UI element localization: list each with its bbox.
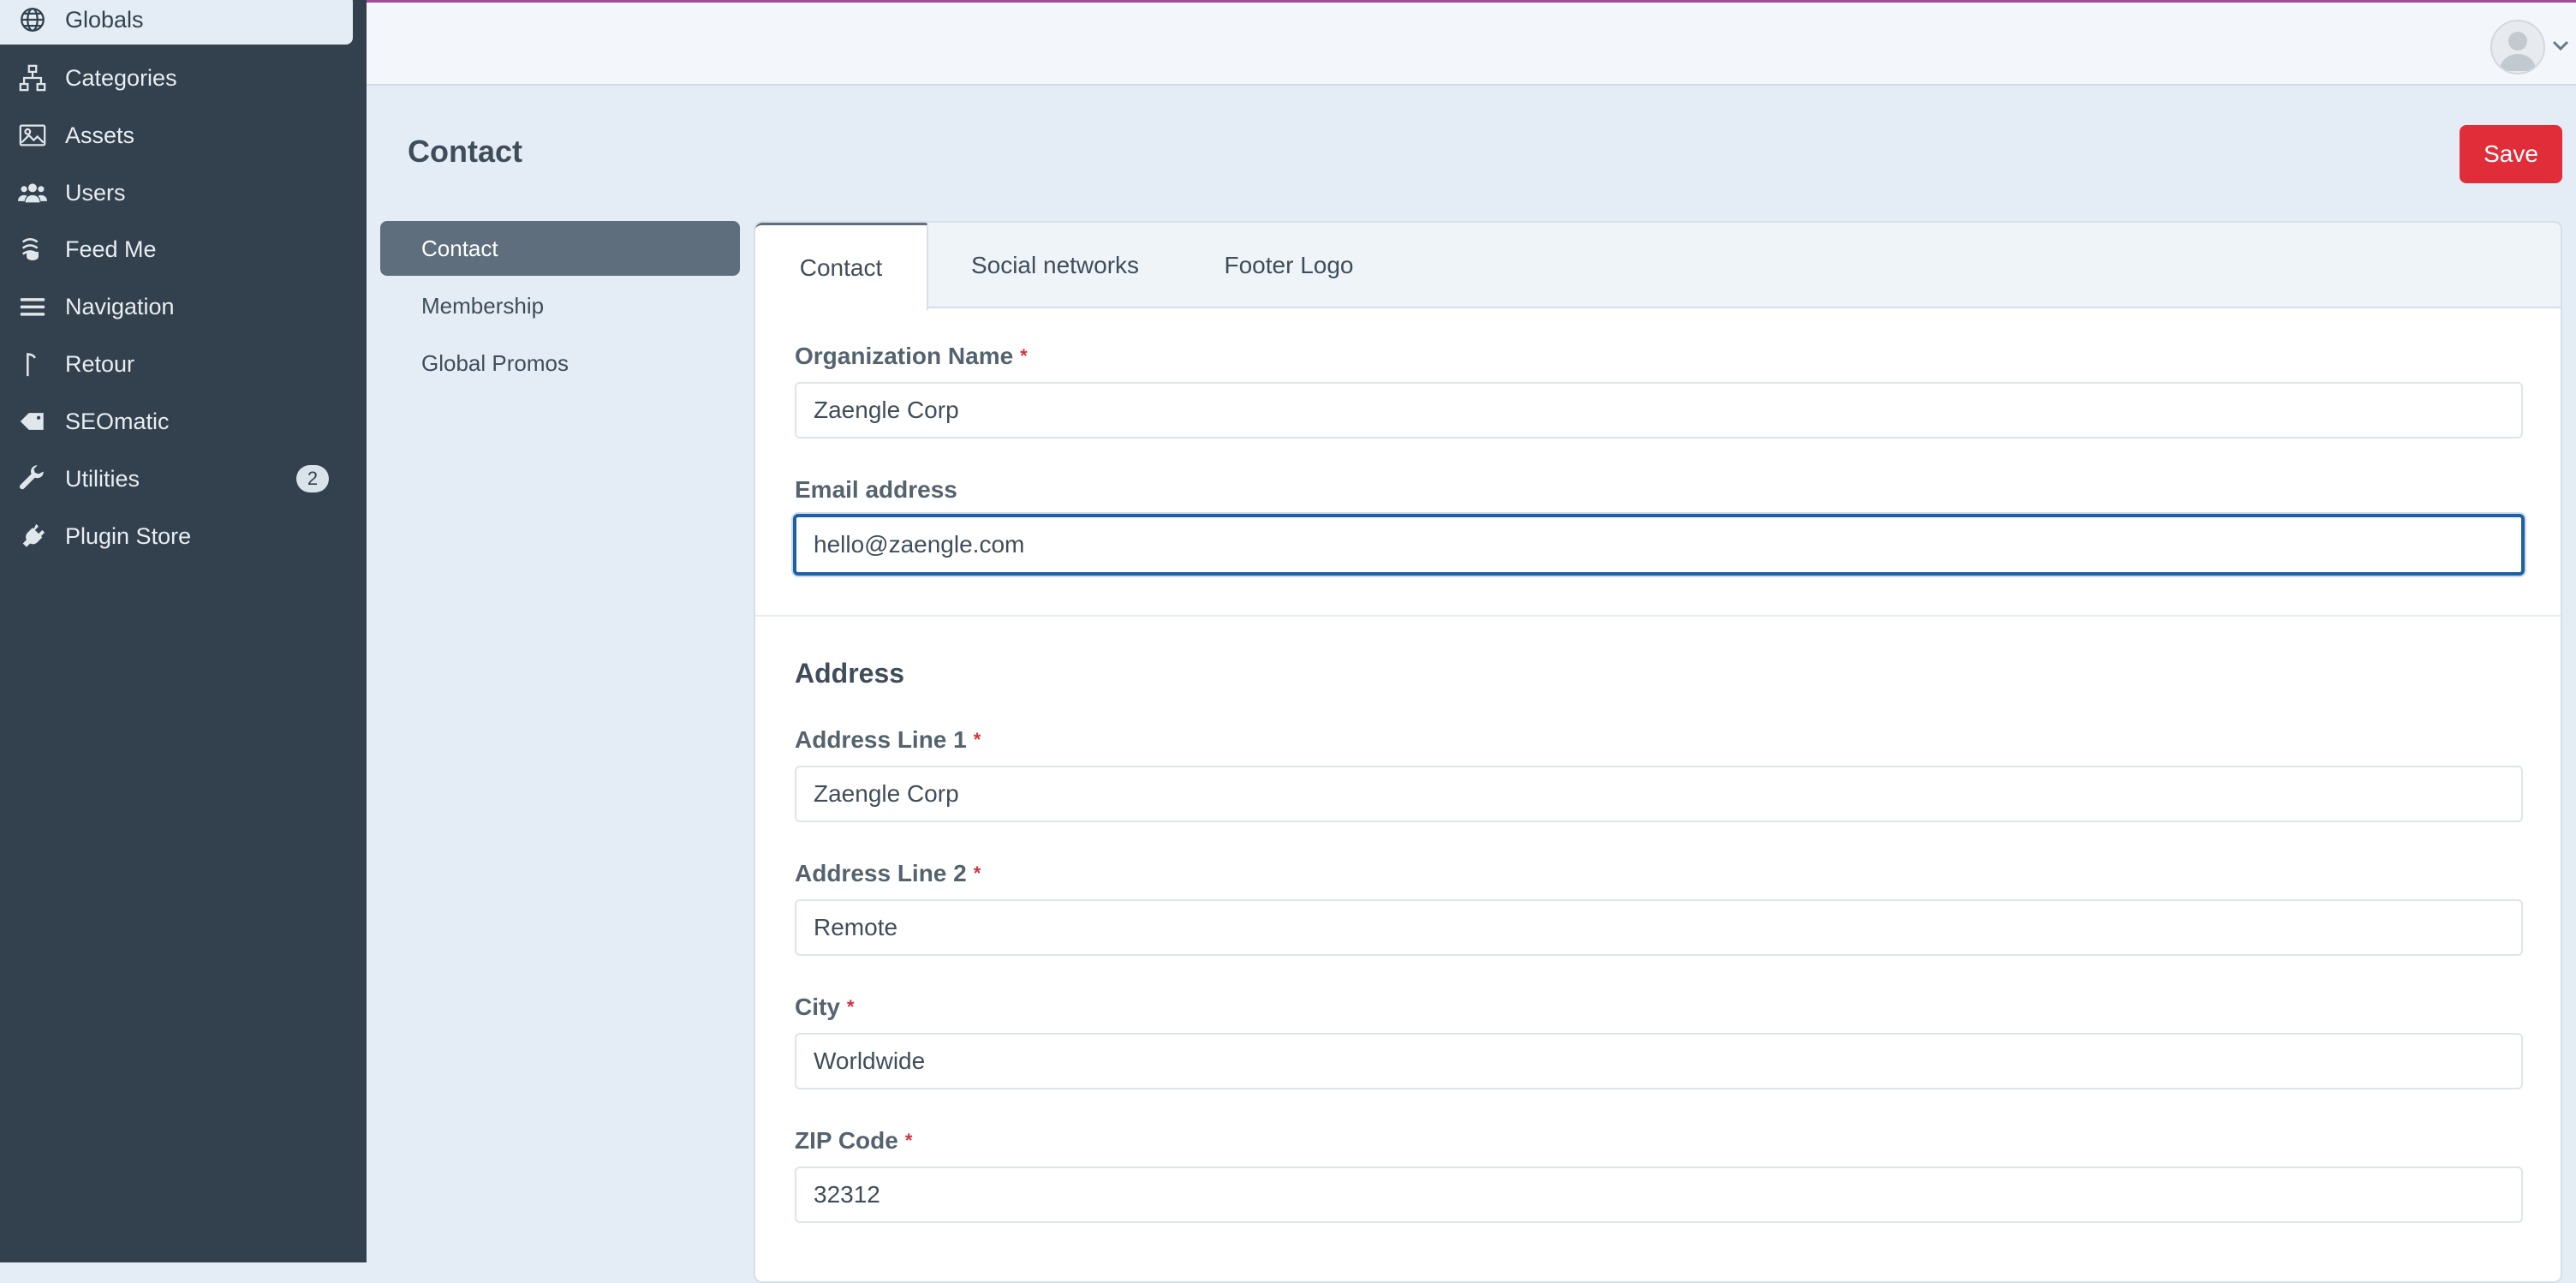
sidebar-item-seomatic[interactable]: SEOmatic	[0, 397, 353, 446]
tab-bar: Contact Social networks Footer Logo	[755, 223, 2561, 310]
address-line-2-label: Address Line 2 *	[795, 860, 981, 887]
organization-name-input[interactable]	[795, 382, 2523, 439]
sitemap-icon	[17, 63, 48, 93]
address-section-heading: Address	[795, 658, 905, 689]
city-label-text: City	[795, 994, 840, 1020]
address-line-2-label-text: Address Line 2	[795, 860, 967, 886]
user-avatar[interactable]	[2490, 20, 2545, 75]
email-address-label: Email address	[795, 476, 957, 504]
sidebar-item-label: Globals	[65, 6, 144, 33]
tab-footer-logo[interactable]: Footer Logo	[1182, 223, 1396, 308]
feedme-icon	[17, 234, 48, 265]
save-button[interactable]: Save	[2460, 125, 2562, 183]
subnav-item-membership[interactable]: Membership	[380, 278, 740, 333]
sidebar-item-navigation[interactable]: Navigation	[0, 282, 353, 331]
utilities-count-badge: 2	[296, 465, 329, 492]
user-silhouette-icon	[2499, 32, 2537, 71]
sidebar-item-label: Categories	[65, 64, 177, 91]
required-marker: *	[973, 862, 981, 884]
sidebar-item-globals[interactable]: Globals	[0, 0, 353, 45]
subnav-item-label: Global Promos	[421, 349, 569, 376]
required-marker: *	[904, 1130, 913, 1151]
sidebar-item-label: Users	[65, 179, 126, 206]
users-icon	[17, 177, 48, 208]
subnav-item-label: Contact	[421, 235, 498, 261]
sidebar-item-label: Retour	[65, 350, 135, 377]
signpost-icon	[17, 349, 48, 379]
sidebar-item-label: Plugin Store	[65, 522, 192, 549]
subnav-item-contact[interactable]: Contact	[380, 221, 740, 276]
sidebar-item-assets[interactable]: Assets	[0, 110, 353, 160]
globe-icon	[17, 4, 48, 35]
subnav-item-global-promos[interactable]: Global Promos	[380, 336, 740, 391]
tab-label: Contact	[799, 254, 883, 281]
sidebar-item-retour[interactable]: Retour	[0, 339, 353, 389]
organization-name-label: Organization Name *	[795, 343, 1028, 370]
required-marker: *	[973, 729, 981, 750]
sidebar-item-categories[interactable]: Categories	[0, 53, 353, 103]
content-panel: Contact Social networks Footer Logo Orga…	[754, 221, 2562, 1283]
sidebar-item-plugin-store[interactable]: Plugin Store	[0, 511, 353, 561]
top-header	[367, 0, 2576, 86]
address-line-1-input[interactable]	[795, 766, 2523, 822]
subnav-item-label: Membership	[421, 292, 545, 319]
organization-name-label-text: Organization Name	[795, 343, 1014, 369]
image-icon	[17, 120, 48, 151]
chevron-down-icon[interactable]	[2550, 37, 2571, 54]
required-marker: *	[846, 996, 855, 1017]
sidebar-item-label: Assets	[65, 122, 135, 148]
sidebar-item-label: Feed Me	[65, 236, 157, 262]
plug-icon	[17, 521, 48, 552]
tab-label: Footer Logo	[1224, 252, 1354, 278]
sidebar: Globals Categories Assets Users Feed Me …	[0, 0, 367, 1262]
bars-icon	[17, 291, 48, 322]
tab-contact[interactable]: Contact	[755, 223, 928, 310]
city-input[interactable]	[795, 1033, 2523, 1089]
sidebar-item-users[interactable]: Users	[0, 168, 353, 218]
tab-label: Social networks	[970, 252, 1140, 278]
sidebar-item-utilities[interactable]: Utilities 2	[0, 454, 353, 504]
email-address-label-text: Email address	[795, 476, 957, 503]
email-field[interactable]	[793, 514, 2525, 576]
sidebar-item-label: Utilities	[65, 465, 140, 492]
required-marker: *	[1020, 345, 1028, 367]
page-title: Contact	[408, 134, 522, 169]
sidebar-item-feed-me[interactable]: Feed Me	[0, 224, 353, 274]
address-line-1-label: Address Line 1 *	[795, 726, 981, 754]
section-divider	[755, 615, 2561, 617]
zip-code-label-text: ZIP Code	[795, 1127, 898, 1154]
address-line-2-input[interactable]	[795, 899, 2523, 956]
tab-social-networks[interactable]: Social networks	[928, 223, 1182, 308]
address-line-1-label-text: Address Line 1	[795, 726, 967, 753]
sidebar-item-label: SEOmatic	[65, 408, 170, 434]
tag-icon	[17, 406, 48, 437]
wrench-icon	[17, 463, 48, 494]
zip-code-label: ZIP Code *	[795, 1127, 912, 1155]
zip-code-input[interactable]	[795, 1167, 2523, 1223]
sidebar-item-label: Navigation	[65, 293, 175, 319]
city-label: City *	[795, 994, 854, 1021]
